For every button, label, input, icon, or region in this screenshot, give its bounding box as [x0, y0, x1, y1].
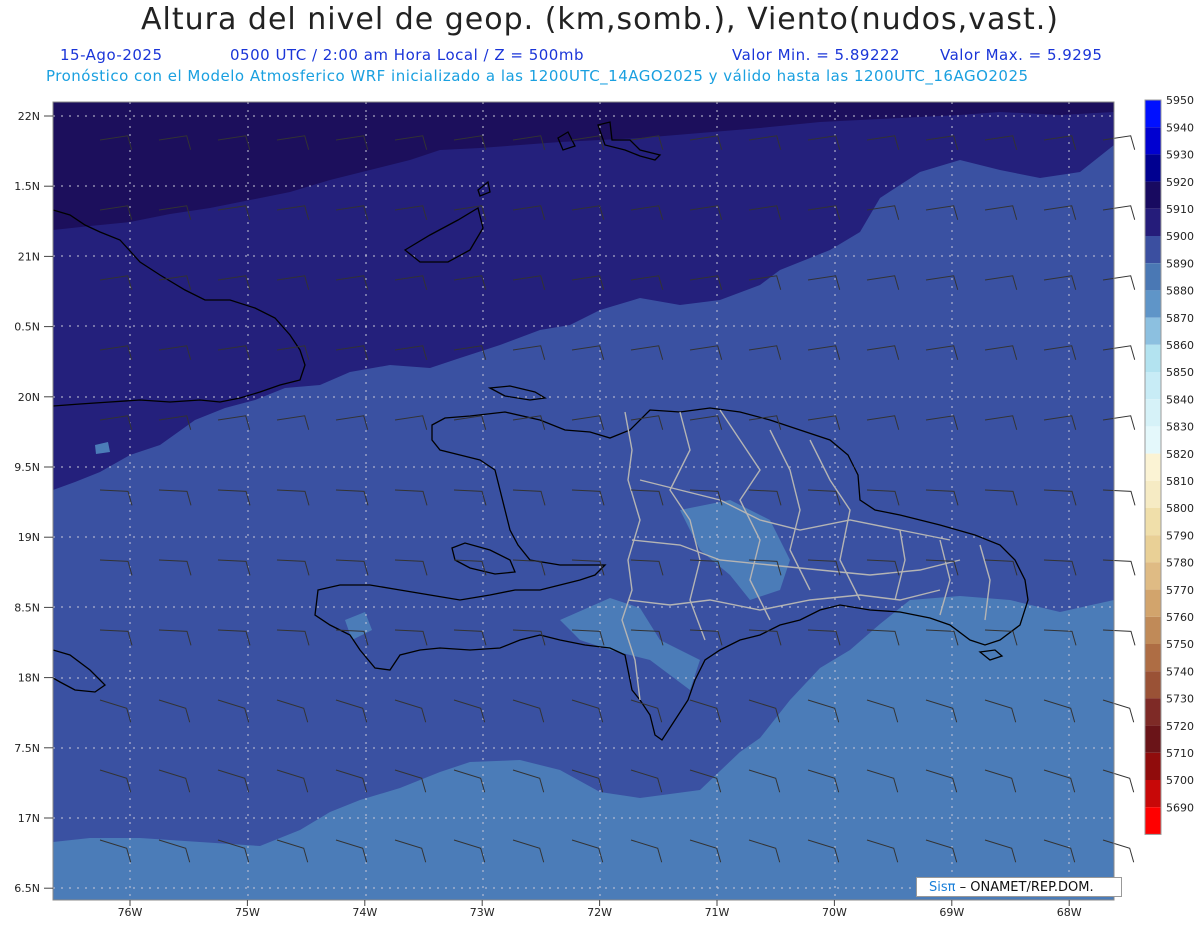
legend-level-label: 5810 [1166, 475, 1194, 488]
legend-level-label: 5900 [1166, 230, 1194, 243]
legend-swatch [1145, 535, 1161, 563]
legend-swatch [1145, 426, 1161, 454]
legend-level-label: 5780 [1166, 557, 1194, 570]
legend-level-label: 5730 [1166, 693, 1194, 706]
legend-level-label: 5820 [1166, 448, 1194, 461]
legend-level-label: 5710 [1166, 747, 1194, 760]
legend-level-label: 5850 [1166, 366, 1194, 379]
lon-tick-label: 68W [1057, 906, 1082, 919]
legend-level-label: 5750 [1166, 638, 1194, 651]
lat-tick-label: 22N [18, 110, 40, 123]
legend-level-label: 5790 [1166, 529, 1194, 542]
lon-tick-label: 74W [352, 906, 377, 919]
latitude-axis: 22N 1.5N 21N 0.5N 20N 9.5N 19N 8.5N 18N 7.5N 17N 6.… [14, 110, 53, 895]
credit-text: – ONAMET/REP.DOM. [959, 880, 1094, 895]
sispi-logo: Sisπ [929, 880, 956, 895]
legend-swatch [1145, 807, 1161, 835]
legend-swatch [1145, 698, 1161, 726]
legend-level-label: 5700 [1166, 774, 1194, 787]
legend-swatch [1145, 317, 1161, 345]
legend-level-label: 5770 [1166, 584, 1194, 597]
legend-level-label: 5720 [1166, 720, 1194, 733]
legend-swatch [1145, 671, 1161, 699]
lon-tick-label: 71W [705, 906, 730, 919]
legend-swatch [1145, 181, 1161, 209]
lat-tick-label: 7.5N [14, 742, 40, 755]
legend-level-label: 5690 [1166, 801, 1194, 814]
legend-swatch [1145, 399, 1161, 427]
legend-swatch [1145, 372, 1161, 400]
legend-swatch [1145, 127, 1161, 155]
legend-level-label: 5760 [1166, 611, 1194, 624]
lat-tick-label: 18N [18, 672, 40, 685]
legend-level-label: 5880 [1166, 285, 1194, 298]
lat-tick-label: 19N [18, 531, 40, 544]
legend-swatch [1145, 616, 1161, 644]
legend-swatch [1145, 344, 1161, 372]
legend-swatch [1145, 780, 1161, 808]
lon-tick-label: 76W [118, 906, 143, 919]
contour-field [53, 102, 1114, 900]
legend-level-label: 5950 [1166, 94, 1194, 107]
legend-level-label: 5890 [1166, 257, 1194, 270]
legend-swatch [1145, 725, 1161, 753]
legend-level-label: 5910 [1166, 203, 1194, 216]
legend-swatch [1145, 154, 1161, 182]
legend-swatch [1145, 100, 1161, 128]
legend-level-label: 5930 [1166, 149, 1194, 162]
legend-level-label: 5840 [1166, 393, 1194, 406]
lon-tick-label: 69W [939, 906, 964, 919]
legend-swatch [1145, 290, 1161, 318]
lat-tick-label: 0.5N [14, 321, 40, 334]
legend-level-label: 5870 [1166, 312, 1194, 325]
legend-swatch [1145, 589, 1161, 617]
legend-level-label: 5860 [1166, 339, 1194, 352]
legend-swatch [1145, 263, 1161, 291]
longitude-axis: 76W 75W 74W 73W 72W 71W 70W 69W 68W [118, 900, 1082, 919]
credit-box: Sisπ – ONAMET/REP.DOM. [916, 877, 1122, 897]
lat-tick-label: 9.5N [14, 461, 40, 474]
legend-swatch [1145, 480, 1161, 508]
legend-level-label: 5830 [1166, 421, 1194, 434]
legend-swatch [1145, 508, 1161, 536]
lat-tick-label: 1.5N [14, 180, 40, 193]
lat-tick-label: 8.5N [14, 601, 40, 614]
geopotential-map: 22N 1.5N 21N 0.5N 20N 9.5N 19N 8.5N 18N 7.5N 17N 6.… [14, 94, 1194, 919]
legend-level-label: 5740 [1166, 665, 1194, 678]
lat-tick-label: 21N [18, 250, 40, 263]
lon-tick-label: 73W [470, 906, 495, 919]
color-legend: 5950 5940 5930 5920 5910 5900 5890 5880 5870 5860… [1144, 94, 1194, 835]
legend-swatch [1145, 562, 1161, 590]
lon-tick-label: 75W [235, 906, 260, 919]
legend-swatch [1145, 453, 1161, 481]
legend-level-label: 5920 [1166, 176, 1194, 189]
legend-level-label: 5940 [1166, 121, 1194, 134]
legend-swatch [1145, 644, 1161, 672]
lat-tick-label: 17N [18, 812, 40, 825]
legend-level-label: 5800 [1166, 502, 1194, 515]
legend-swatch [1145, 752, 1161, 780]
lat-tick-label: 6.5N [14, 882, 40, 895]
lon-tick-label: 72W [587, 906, 612, 919]
lat-tick-label: 20N [18, 391, 40, 404]
legend-swatch [1145, 208, 1161, 236]
legend-swatch [1145, 236, 1161, 264]
lon-tick-label: 70W [822, 906, 847, 919]
